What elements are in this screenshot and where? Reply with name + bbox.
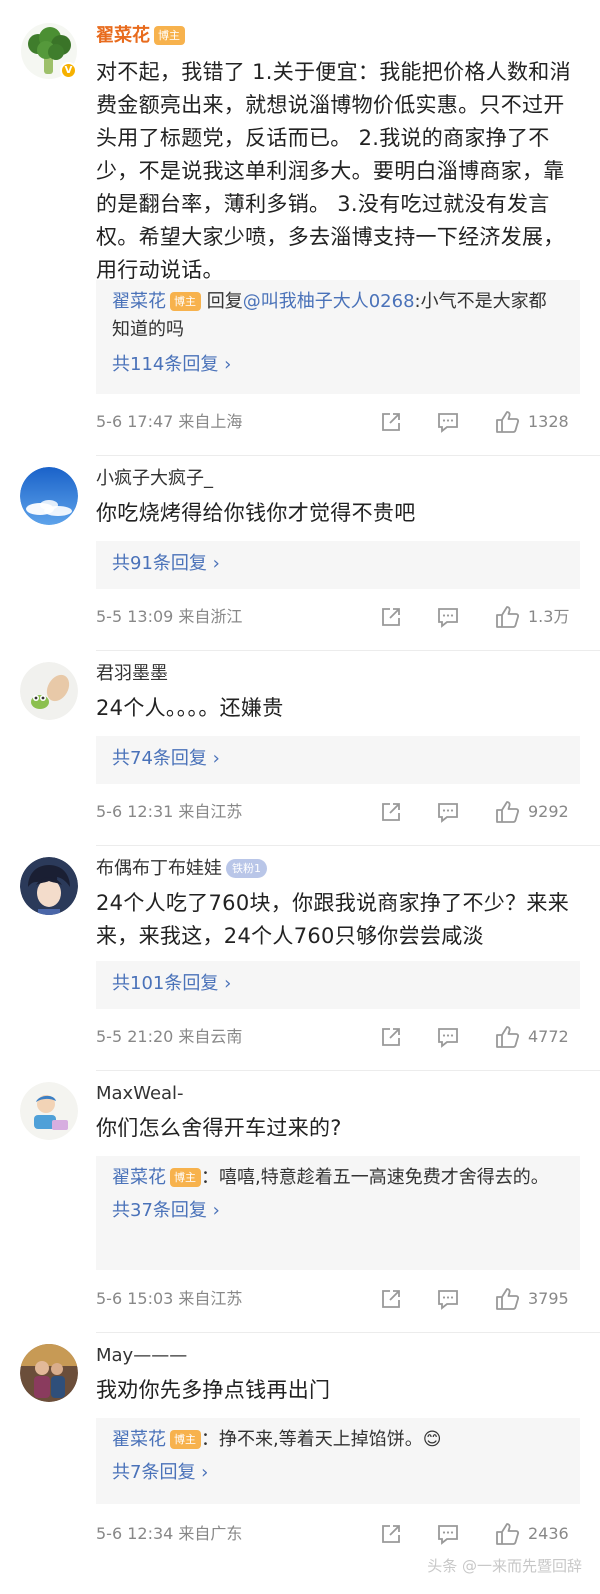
timestamp: 5-6 15:03 来自江苏: [96, 1289, 243, 1308]
reply-author[interactable]: 翟菜花: [112, 1429, 166, 1450]
comment-meta: 5-5 13:09 来自浙江 1.3万: [96, 603, 580, 631]
comment-icon[interactable]: [436, 800, 460, 824]
reply-box[interactable]: 共101条回复 ›: [96, 961, 580, 1009]
comment-meta: 5-5 21:20 来自云南 4772: [96, 1023, 580, 1051]
reply-box[interactable]: 翟菜花 博主 回复@叫我柚子大人0268:小气不是大家都知道的吗 共114条回复 …: [96, 280, 580, 394]
avatar[interactable]: [20, 857, 78, 915]
reply-author[interactable]: 翟菜花: [112, 291, 166, 312]
reply-box[interactable]: 翟菜花 博主 ：挣不来,等着天上掉馅饼。😊 共7条回复 ›: [96, 1418, 580, 1504]
comment-username[interactable]: 小疯子大疯子_: [96, 467, 213, 491]
author-badge: 博主: [170, 292, 201, 311]
comment-icon[interactable]: [436, 1287, 460, 1311]
timestamp: 5-6 17:47 来自上海: [96, 412, 243, 431]
comment-meta: 5-6 12:34 来自广东 2436: [96, 1520, 580, 1548]
timestamp: 5-6 12:31 来自江苏: [96, 802, 243, 821]
like-count: 9292: [528, 802, 569, 821]
like-count: 4772: [528, 1027, 569, 1046]
fan-badge: 铁粉1: [226, 859, 267, 878]
comment-text: 对不起，我错了 1.关于便宜：我能把价格人数和消费金额亮出来，就想说淄博物价低实…: [96, 60, 571, 282]
photo-avatar-icon: [20, 1344, 78, 1402]
reply-box[interactable]: 共91条回复 ›: [96, 541, 580, 589]
comment-username[interactable]: 翟菜花 博主: [96, 24, 185, 48]
divider: [96, 1070, 600, 1071]
like-count: 3795: [528, 1289, 569, 1308]
comment-meta: 5-6 12:31 来自江苏 9292: [96, 798, 580, 826]
author-badge: 博主: [154, 26, 185, 45]
comment-text: 24个人吃了760块，你跟我说商家挣了不少？来来来，来我这，24个人760只够你…: [96, 891, 570, 948]
more-replies-link[interactable]: 共74条回复 ›: [112, 744, 564, 774]
reply-content: ：挣不来,等着天上掉馅饼。😊: [201, 1429, 442, 1450]
like-icon[interactable]: [494, 1521, 520, 1547]
avatar[interactable]: [20, 1344, 78, 1402]
comment-username[interactable]: MaxWeal-: [96, 1082, 184, 1106]
comment-text: 24个人。。。。还嫌贵: [96, 696, 284, 720]
more-replies-link[interactable]: 共91条回复 ›: [112, 549, 564, 579]
comment-icon[interactable]: [436, 605, 460, 629]
comment-username[interactable]: 布偶布丁布娃娃 铁粉1: [96, 857, 267, 881]
anime-avatar-icon: [20, 857, 78, 915]
timestamp: 5-5 21:20 来自云南: [96, 1027, 243, 1046]
divider: [96, 1332, 600, 1333]
like-icon[interactable]: [494, 1286, 520, 1312]
verified-icon: V: [60, 62, 77, 79]
comment-icon[interactable]: [436, 410, 460, 434]
comment-icon[interactable]: [436, 1522, 460, 1546]
share-icon[interactable]: [379, 1522, 403, 1546]
reply-verb: 回复: [206, 291, 243, 312]
divider: [96, 455, 600, 456]
divider: [96, 650, 600, 651]
reply-line: 翟菜花 博主 ：挣不来,等着天上掉馅饼。😊: [112, 1426, 564, 1454]
comment-meta: 5-6 15:03 来自江苏 3795: [96, 1285, 580, 1313]
author-badge: 博主: [170, 1430, 201, 1449]
reply-content: ：嘻嘻,特意趁着五一高速免费才舍得去的。: [201, 1167, 549, 1188]
more-replies-link[interactable]: 共37条回复 ›: [112, 1196, 564, 1226]
more-replies-link[interactable]: 共101条回复 ›: [112, 969, 564, 999]
username-text[interactable]: 布偶布丁布娃娃: [96, 858, 222, 879]
reply-author[interactable]: 翟菜花: [112, 1167, 166, 1188]
author-badge: 博主: [170, 1168, 201, 1187]
reply-box[interactable]: 翟菜花 博主 ：嘻嘻,特意趁着五一高速免费才舍得去的。 共37条回复 ›: [96, 1156, 580, 1270]
like-icon[interactable]: [494, 604, 520, 630]
more-replies-link[interactable]: 共7条回复 ›: [112, 1458, 564, 1488]
like-count: 1.3万: [528, 607, 570, 626]
comment-meta: 5-6 17:47 来自上海 1328: [96, 408, 580, 436]
reply-line: 翟菜花 博主 ：嘻嘻,特意趁着五一高速免费才舍得去的。: [112, 1164, 564, 1192]
share-icon[interactable]: [379, 1025, 403, 1049]
share-icon[interactable]: [379, 1287, 403, 1311]
like-icon[interactable]: [494, 1024, 520, 1050]
reply-box[interactable]: 共74条回复 ›: [96, 736, 580, 784]
sky-avatar-icon: [20, 467, 78, 525]
like-icon[interactable]: [494, 409, 520, 435]
share-icon[interactable]: [379, 800, 403, 824]
username-text[interactable]: 翟菜花: [96, 25, 150, 46]
share-icon[interactable]: [379, 605, 403, 629]
avatar[interactable]: [20, 662, 78, 720]
avatar[interactable]: [20, 1082, 78, 1140]
comment-text: 你们怎么舍得开车过来的?: [96, 1116, 342, 1140]
like-icon[interactable]: [494, 799, 520, 825]
comment-icon[interactable]: [436, 1025, 460, 1049]
share-icon[interactable]: [379, 410, 403, 434]
like-count: 1328: [528, 412, 569, 431]
like-count: 2436: [528, 1524, 569, 1543]
watermark: 头条 @一来而先暨回辞: [427, 1557, 582, 1575]
avatar[interactable]: [20, 467, 78, 525]
timestamp: 5-6 12:34 来自广东: [96, 1524, 243, 1543]
comment-text: 我劝你先多挣点钱再出门: [96, 1378, 331, 1402]
comment-text: 你吃烧烤得给你钱你才觉得不贵吧: [96, 501, 416, 525]
reply-mention[interactable]: @叫我柚子大人0268: [243, 291, 415, 312]
divider: [96, 845, 600, 846]
reply-line: 翟菜花 博主 回复@叫我柚子大人0268:小气不是大家都知道的吗: [112, 288, 564, 344]
frog-avatar-icon: [20, 662, 78, 720]
more-replies-link[interactable]: 共114条回复 ›: [112, 350, 564, 380]
comment-username[interactable]: 君羽墨墨: [96, 662, 168, 686]
timestamp: 5-5 13:09 来自浙江: [96, 607, 243, 626]
comment-username[interactable]: May———: [96, 1344, 187, 1368]
cartoon-avatar-icon: [20, 1082, 78, 1140]
